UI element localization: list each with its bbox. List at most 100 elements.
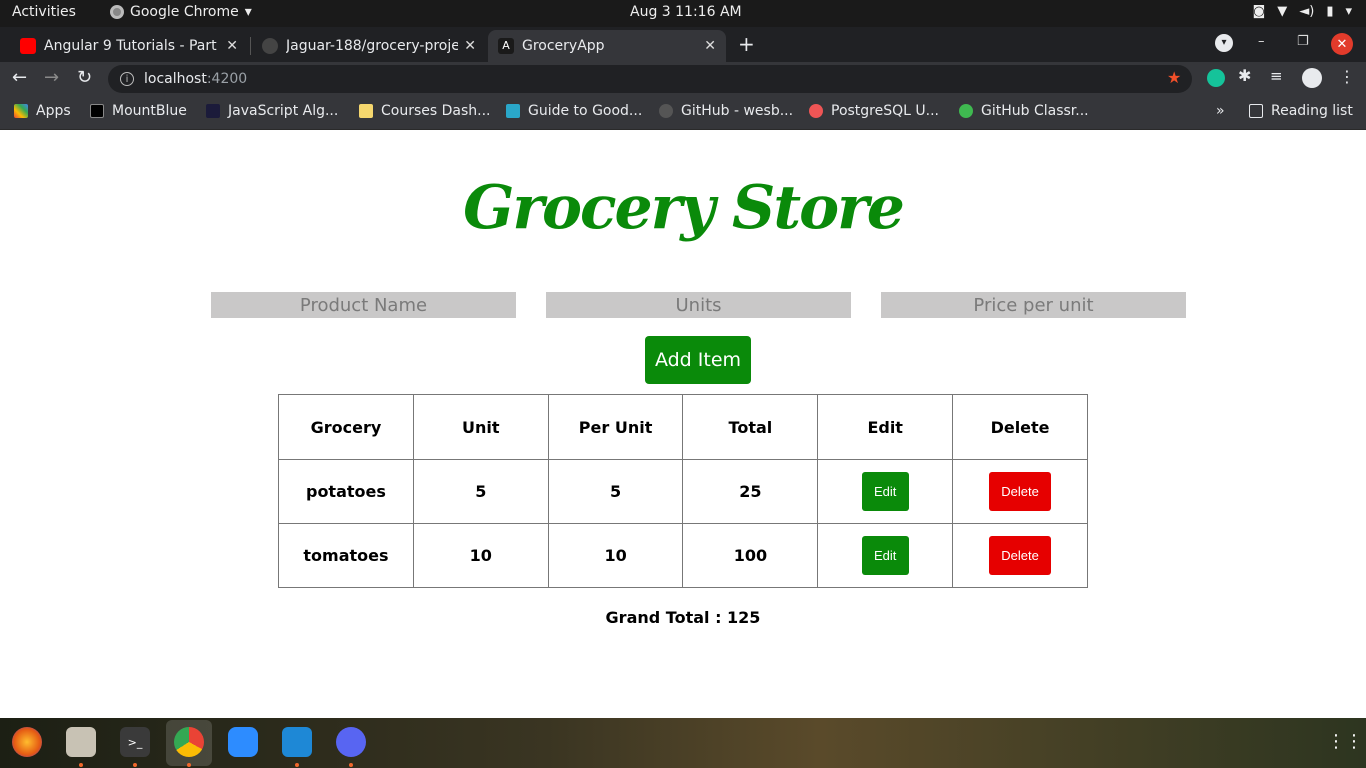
clock[interactable]: Aug 3 11:16 AM: [630, 4, 742, 20]
cell-edit: Edit: [817, 523, 954, 588]
minimize-button[interactable]: –: [1258, 34, 1265, 49]
url-port: :4200: [206, 71, 248, 87]
profile-avatar[interactable]: [1302, 68, 1322, 88]
add-item-button[interactable]: Add Item: [645, 336, 751, 384]
new-tab-button[interactable]: +: [738, 32, 755, 56]
chevron-down-icon: ▾: [1345, 4, 1352, 19]
discord-icon[interactable]: [336, 727, 366, 757]
postgres-icon: [809, 104, 823, 118]
show-applications-icon[interactable]: ⋮⋮⋮: [1327, 731, 1366, 752]
bookmark-label: JavaScript Alg...: [228, 103, 339, 119]
cell-unit: 5: [412, 459, 549, 524]
app-menu[interactable]: Google Chrome ▾: [110, 4, 252, 20]
bookmark-label: Apps: [36, 103, 71, 119]
address-bar[interactable]: i localhost:4200: [108, 65, 1192, 93]
cell-grocery: tomatoes: [278, 523, 414, 588]
edit-button[interactable]: Edit: [861, 536, 909, 575]
bookmark-postgresql[interactable]: PostgreSQL U...: [809, 103, 939, 119]
bookmark-courses-dash[interactable]: Courses Dash...: [359, 103, 491, 119]
price-per-unit-input[interactable]: [881, 292, 1186, 318]
header-unit: Unit: [412, 394, 549, 460]
zoom-icon[interactable]: [228, 727, 258, 757]
youtube-icon: [20, 38, 36, 54]
restore-button[interactable]: ❐: [1297, 34, 1309, 49]
header-total: Total: [682, 394, 819, 460]
bookmark-github-classroom[interactable]: GitHub Classr...: [959, 103, 1089, 119]
header-delete: Delete: [952, 394, 1088, 460]
github-icon: [959, 104, 973, 118]
site-info-icon[interactable]: i: [120, 72, 134, 86]
table-row: tomatoes 10 10 100 Edit Delete: [278, 523, 1088, 588]
discord-tray-icon[interactable]: ◙: [1253, 4, 1266, 19]
close-window-button[interactable]: ✕: [1331, 33, 1353, 55]
cell-unit: 10: [412, 523, 549, 588]
bookmark-star-icon[interactable]: ★: [1167, 68, 1181, 87]
chrome-menu-icon[interactable]: ⋮: [1339, 67, 1357, 86]
delete-button[interactable]: Delete: [989, 472, 1052, 511]
bookmark-label: GitHub - wesb...: [681, 103, 794, 119]
cell-total: 100: [682, 523, 819, 588]
bookmark-label: Courses Dash...: [381, 103, 491, 119]
tab-angular-tutorials[interactable]: Angular 9 Tutorials - Part ✕: [10, 30, 248, 62]
terminal-icon[interactable]: >_: [120, 727, 150, 757]
close-icon[interactable]: ✕: [704, 38, 716, 54]
bookmark-github-wesb[interactable]: GitHub - wesb...: [659, 103, 793, 119]
bookmark-apps[interactable]: Apps: [14, 103, 71, 119]
bookmark-label: MountBlue: [112, 103, 187, 119]
cell-per-unit: 10: [547, 523, 684, 588]
cell-total: 25: [682, 459, 819, 524]
running-indicator: [133, 763, 137, 767]
volume-icon: ◄): [1299, 4, 1315, 19]
wifi-icon: ▼: [1277, 4, 1288, 19]
forward-button[interactable]: →: [44, 67, 59, 88]
tab-title: Jaguar-188/grocery-proje: [286, 38, 459, 54]
bookmark-label: GitHub Classr...: [981, 103, 1089, 119]
crown-icon: [359, 104, 373, 118]
header-edit: Edit: [817, 394, 954, 460]
bookmark-javascript-alg[interactable]: JavaScript Alg...: [206, 103, 338, 119]
app-menu-label: Google Chrome: [130, 4, 239, 20]
reading-list-button[interactable]: Reading list: [1249, 103, 1353, 119]
tab-search-icon[interactable]: ▾: [1215, 34, 1233, 52]
battery-icon: ▮: [1326, 4, 1334, 19]
cell-grocery: potatoes: [278, 459, 414, 524]
system-tray[interactable]: ◙ ▼ ◄) ▮ ▾: [1253, 4, 1352, 19]
tab-title: GroceryApp: [522, 38, 605, 54]
close-icon[interactable]: ✕: [226, 38, 238, 54]
reading-list-label: Reading list: [1271, 103, 1353, 119]
reload-button[interactable]: ↻: [77, 67, 92, 88]
files-icon[interactable]: [66, 727, 96, 757]
grand-total: Grand Total : 125: [605, 608, 761, 627]
more-bookmarks-button[interactable]: »: [1216, 103, 1225, 119]
bookmark-mountblue[interactable]: MountBlue: [90, 103, 187, 119]
mountblue-icon: [90, 104, 104, 118]
running-indicator: [349, 763, 353, 767]
page-title: Grocery Store: [463, 173, 905, 243]
back-button[interactable]: ←: [12, 67, 27, 88]
close-icon[interactable]: ✕: [464, 38, 476, 54]
cell-per-unit: 5: [547, 459, 684, 524]
delete-button[interactable]: Delete: [989, 536, 1052, 575]
bookmark-label: PostgreSQL U...: [831, 103, 939, 119]
media-control-icon[interactable]: ≡: [1270, 67, 1288, 85]
cell-delete: Delete: [952, 459, 1088, 524]
units-input[interactable]: [546, 292, 851, 318]
activities-button[interactable]: Activities: [12, 4, 76, 20]
vscode-icon[interactable]: [282, 727, 312, 757]
grocery-app-page: Grocery Store Add Item Grocery Unit Per …: [0, 131, 1366, 718]
guide-icon: [506, 104, 520, 118]
bookmark-label: Guide to Good...: [528, 103, 643, 119]
extensions-icon[interactable]: ✱: [1238, 66, 1256, 85]
tab-groceryapp[interactable]: A GroceryApp ✕: [488, 30, 726, 62]
angular-icon: A: [498, 38, 514, 54]
chrome-icon[interactable]: [174, 727, 204, 757]
product-name-input[interactable]: [211, 292, 516, 318]
running-indicator: [187, 763, 191, 767]
bookmark-guide-to-good[interactable]: Guide to Good...: [506, 103, 642, 119]
firefox-icon[interactable]: [12, 727, 42, 757]
tab-github-grocery[interactable]: Jaguar-188/grocery-proje ✕: [252, 30, 486, 62]
apps-grid-icon: [14, 104, 28, 118]
grammarly-icon[interactable]: [1207, 69, 1225, 87]
system-top-bar: Activities Google Chrome ▾ Aug 3 11:16 A…: [0, 0, 1366, 27]
edit-button[interactable]: Edit: [861, 472, 909, 511]
